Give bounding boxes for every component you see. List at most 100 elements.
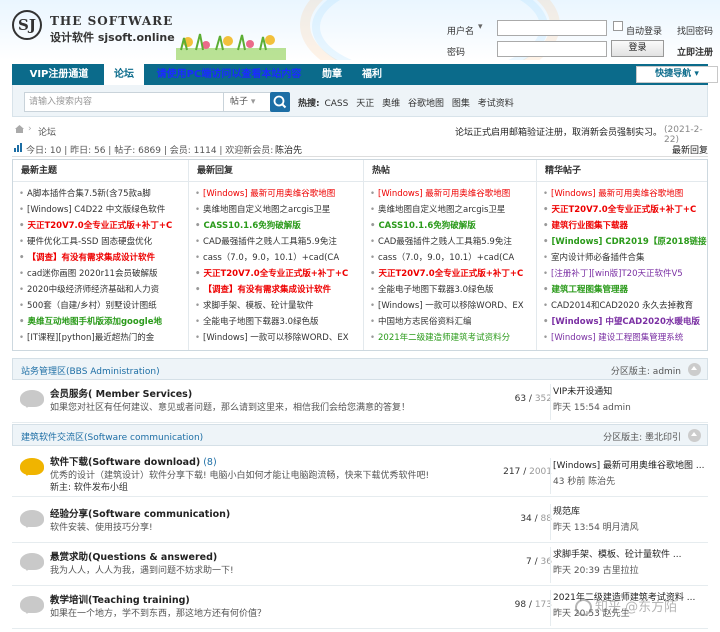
hot-post-link[interactable]: 室内设计师必备插件合集: [543, 250, 707, 266]
last-post-title[interactable]: 规范库: [553, 504, 708, 517]
forum-name[interactable]: 会员服务( Member Services): [50, 386, 192, 400]
forum-bubble-icon: [20, 510, 44, 528]
forum-row[interactable]: 经验分享(Software communication) 软件安装、使用技巧分享…: [12, 501, 708, 543]
nav-welfare[interactable]: 福利: [352, 64, 392, 85]
forum-last-post[interactable]: 求脚手架、模板、砼计量软件 ... 昨天 20:39 古里拉拉: [550, 547, 708, 583]
forum-name[interactable]: 教学培训(Teaching training): [50, 592, 190, 606]
last-post-info: 43 秒前 陈治先: [553, 477, 616, 487]
hot-post-link[interactable]: 全能电子地图下载器3.0绿色版: [370, 282, 536, 298]
forum-name[interactable]: 经验分享(Software communication): [50, 506, 230, 520]
chevron-down-icon: ▾: [250, 97, 256, 107]
forum-name[interactable]: 软件下载(Software download) (8): [50, 454, 217, 468]
hot-term[interactable]: CASS: [324, 99, 348, 109]
hot-post-link[interactable]: [Windows] 最新可用奥维谷歌地图: [195, 186, 363, 202]
site-notice[interactable]: 论坛正式启用邮箱验证注册，取消新会员强制实习。: [455, 125, 662, 138]
hot-post-link[interactable]: cass（7.0，9.0，10.1）+cad(CA: [370, 250, 536, 266]
hot-post-link[interactable]: 硬件优化工具-SSD 固态硬盘优化: [19, 234, 188, 250]
hot-post-link[interactable]: cad迷你画图 2020r11会员破解版: [19, 266, 188, 282]
user-type-chevron-icon[interactable]: ▾: [478, 22, 483, 32]
forum-last-post[interactable]: VIP未开设通知 昨天 15:54 admin: [550, 384, 708, 420]
hot-post-link[interactable]: 奥维地图自定义地图之arcgis卫星: [195, 202, 363, 218]
hot-term[interactable]: 奥维: [382, 99, 400, 109]
last-post-title[interactable]: 求脚手架、模板、砼计量软件 ...: [553, 547, 708, 560]
section-header-software: 建筑软件交流区(Software communication) 分区版主: 墨北…: [12, 424, 708, 446]
logo-mark[interactable]: SJ: [12, 10, 42, 40]
hot-post-link[interactable]: 天正T20V7.0全专业正式版+补丁+C: [370, 266, 536, 282]
hot-post-link[interactable]: 【调查】有没有需求集成设计软件: [19, 250, 188, 266]
last-post-title[interactable]: VIP未开设通知: [553, 384, 708, 397]
hot-post-link[interactable]: 中国地方志民俗资料汇编: [370, 314, 536, 330]
hot-post-link[interactable]: 天正T20V7.0全专业正式版+补丁+C: [195, 266, 363, 282]
forum-last-post[interactable]: 规范库 昨天 13:54 明月清风: [550, 504, 708, 540]
hot-post-link[interactable]: 建筑行业图集下载器: [543, 218, 707, 234]
collapse-icon[interactable]: [688, 429, 701, 442]
hot-post-link[interactable]: CAD最强插件之贱人工具箱5.9免注: [370, 234, 536, 250]
zhihu-logo-icon: [575, 599, 592, 616]
hot-post-link[interactable]: 【调查】有没有需求集成设计软件: [195, 282, 363, 298]
password-label: 密码: [447, 48, 466, 58]
hot-post-link[interactable]: CAD最强插件之贱人工具箱5.9免注: [195, 234, 363, 250]
forum-row[interactable]: 悬赏求助(Questions & answered) 我为人人，人人为我，遇到问…: [12, 544, 708, 586]
search-icon: [273, 95, 287, 109]
quick-nav-button[interactable]: 快捷导航 ▾: [636, 66, 718, 83]
hot-post-link[interactable]: 全能电子地图下载器3.0绿色版: [195, 314, 363, 330]
hot-post-link[interactable]: [Windows] 中望CAD2020水暖电版: [543, 314, 707, 330]
section-title[interactable]: 站务管理区(BBS Administration): [21, 364, 160, 377]
hot-search: 热搜: CASS 天正 奥维 谷歌地图 图集 考试资料: [298, 96, 519, 109]
hot-post-link[interactable]: 建筑工程图集管理器: [543, 282, 707, 298]
hot-post-link[interactable]: 2020中级经济师经济基础和人力资: [19, 282, 188, 298]
home-icon[interactable]: [14, 124, 25, 134]
hot-post-link[interactable]: [Windows] C4D22 中文版绿色软件: [19, 202, 188, 218]
nav-medals[interactable]: 勋章: [312, 64, 352, 85]
hot-post-link[interactable]: [Windows] 一款可以移除WORD、EX: [195, 330, 363, 346]
latest-reply-link[interactable]: 最新回复: [672, 143, 708, 156]
breadcrumb-current[interactable]: 论坛: [38, 125, 56, 138]
hot-term[interactable]: 谷歌地图: [408, 99, 444, 109]
register-link[interactable]: 立即注册: [677, 45, 713, 58]
hot-post-link[interactable]: 求脚手架、模板、砼计量软件: [195, 298, 363, 314]
hot-post-link[interactable]: CASS10.1.6免狗破解版: [370, 218, 536, 234]
hot-post-link[interactable]: 500套（自建/乡村）别墅设计图纸: [19, 298, 188, 314]
section-title[interactable]: 建筑软件交流区(Software communication): [21, 430, 203, 443]
last-post-title[interactable]: [Windows] 最新可用奥维谷歌地图 ...: [553, 458, 708, 471]
forum-row[interactable]: 会员服务( Member Services) 如果您对社区有任何建议、意见或者问…: [12, 381, 708, 423]
logo-title: THE SOFTWARE: [50, 14, 174, 28]
hot-post-link[interactable]: [Windows] CDR2019【原2018链接: [543, 234, 707, 250]
column-featured-posts: 精华帖子 [Windows] 最新可用奥维谷歌地图天正T20V7.0全专业正式版…: [537, 160, 707, 350]
hot-term[interactable]: 图集: [452, 99, 470, 109]
newest-member-link[interactable]: 陈治先: [275, 143, 302, 156]
username-input[interactable]: [497, 20, 607, 36]
hot-post-link[interactable]: 奥维地图自定义地图之arcgis卫星: [370, 202, 536, 218]
hot-post-link[interactable]: CASS10.1.6免狗破解版: [195, 218, 363, 234]
search-input[interactable]: 请输入搜索内容: [24, 92, 234, 112]
auto-login-checkbox[interactable]: [613, 21, 623, 31]
forum-name[interactable]: 悬赏求助(Questions & answered): [50, 549, 217, 563]
search-button[interactable]: [270, 92, 290, 112]
hot-post-link[interactable]: [Windows] 建设工程图集管理系统: [543, 330, 707, 346]
hot-post-link[interactable]: A脚本插件合集7.5新(含75款a脚: [19, 186, 188, 202]
hot-post-link[interactable]: 2021年二级建造师建筑考试资料分: [370, 330, 536, 346]
nav-vip-register[interactable]: VIP注册通道: [18, 64, 100, 85]
login-button[interactable]: 登录: [611, 40, 664, 57]
hot-post-link[interactable]: [注册补丁][win版]T20天正软件V5: [543, 266, 707, 282]
hot-term[interactable]: 考试资料: [478, 99, 514, 109]
hot-post-link[interactable]: [Windows] 最新可用奥维谷歌地图: [543, 186, 707, 202]
forum-row[interactable]: 软件下载(Software download) (8) 优秀的设计（建筑设计）软件…: [12, 449, 708, 497]
hot-post-link[interactable]: cass（7.0，9.0，10.1）+cad(CA: [195, 250, 363, 266]
last-post-info: 昨天 20:39 古里拉拉: [553, 566, 639, 576]
hot-post-link[interactable]: [IT课程][python]最近超热门的金: [19, 330, 188, 346]
hot-post-link[interactable]: [Windows] 最新可用奥维谷歌地图: [370, 186, 536, 202]
search-type-select[interactable]: 帖子 ▾: [223, 92, 273, 112]
hot-term[interactable]: 天正: [356, 99, 374, 109]
hot-post-link[interactable]: CAD2014和CAD2020 永久去掉教育: [543, 298, 707, 314]
forgot-password-link[interactable]: 找回密码: [677, 24, 713, 37]
hot-post-link[interactable]: 天正T20V7.0全专业正式版+补丁+C: [19, 218, 188, 234]
nav-forum[interactable]: 论坛: [104, 64, 144, 85]
collapse-icon[interactable]: [688, 363, 701, 376]
hot-post-link[interactable]: [Windows] 一款可以移除WORD、EX: [370, 298, 536, 314]
password-input[interactable]: [497, 41, 607, 57]
forum-last-post[interactable]: [Windows] 最新可用奥维谷歌地图 ... 43 秒前 陈治先: [550, 458, 708, 494]
hot-post-link[interactable]: 奥维互动地图手机版添加google地: [19, 314, 188, 330]
hot-post-link[interactable]: 天正T20V7.0全专业正式版+补丁+C: [543, 202, 707, 218]
nav-pc-notice[interactable]: 请使用PC端访问以查看本站内容: [146, 64, 312, 85]
